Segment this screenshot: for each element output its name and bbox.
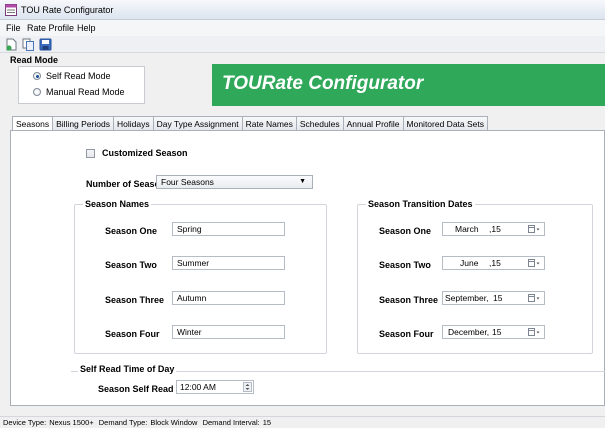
toolbar	[0, 36, 605, 53]
title-bar: TOU Rate Configurator	[0, 0, 605, 20]
self-read-time-value: 12:00 AM	[180, 382, 216, 392]
number-of-seasons-value: Four Seasons	[161, 177, 214, 187]
season-transition-dates-title: Season Transition Dates	[366, 199, 475, 209]
tab-schedules[interactable]: Schedules	[295, 116, 344, 131]
radio-self-read-mode[interactable]: Self Read Mode	[33, 70, 111, 82]
calendar-dropdown-icon[interactable]	[528, 328, 540, 337]
tab-strip: Seasons Billing Periods Holidays Day Typ…	[12, 116, 488, 132]
season-three-label: Season Three	[105, 295, 165, 305]
status-bar: Device Type: Nexus 1500+ Demand Type: Bloc…	[0, 416, 605, 428]
customized-season-checkbox-row[interactable]: Customized Season	[86, 148, 188, 158]
season-two-name-input[interactable]: Summer	[172, 256, 285, 270]
date-day: ,15	[489, 224, 501, 234]
season-four-label: Season Four	[105, 329, 160, 339]
demand-type-value: Block Window	[150, 418, 198, 427]
date-month: September,	[445, 293, 489, 303]
menu-file[interactable]: File	[6, 23, 21, 33]
season-names-title: Season Names	[83, 199, 152, 209]
copy-icon[interactable]	[22, 38, 35, 51]
season-one-date-picker[interactable]: March ,15	[442, 222, 545, 236]
transition-season-two-label: Season Two	[379, 260, 431, 270]
number-of-seasons-select[interactable]: Four Seasons ▼	[156, 175, 313, 189]
transition-season-four-label: Season Four	[379, 329, 434, 339]
season-three-date-picker[interactable]: September, 15	[442, 291, 545, 305]
calendar-dropdown-icon[interactable]	[528, 294, 540, 303]
menu-bar: File Rate Profile Help	[0, 20, 605, 36]
app-banner: TOURate Configurator	[212, 64, 605, 106]
tab-monitored-data-sets[interactable]: Monitored Data Sets	[402, 116, 488, 131]
season-self-read-label: Season Self Read	[98, 384, 174, 394]
radio-indicator[interactable]	[33, 88, 41, 96]
date-month: March	[455, 224, 479, 234]
transition-season-three-label: Season Three	[379, 295, 439, 305]
season-two-label: Season Two	[105, 260, 157, 270]
read-mode-title: Read Mode	[10, 55, 59, 65]
transition-season-one-label: Season One	[379, 226, 432, 236]
season-names-group: Season Names Season One Spring Season Tw…	[74, 199, 327, 354]
calendar-dropdown-icon[interactable]	[528, 259, 540, 268]
season-two-date-picker[interactable]: June ,15	[442, 256, 545, 270]
device-type-value: Nexus 1500+	[49, 418, 94, 427]
season-three-name-input[interactable]: Autumn	[172, 291, 285, 305]
window-title: TOU Rate Configurator	[21, 5, 114, 15]
demand-type-label: Demand Type:	[98, 418, 148, 427]
season-transition-dates-group: Season Transition Dates Season One March…	[357, 199, 593, 354]
season-self-read-time-input[interactable]: 12:00 AM	[176, 380, 254, 394]
chevron-down-icon: ▼	[299, 178, 306, 185]
tab-billing-periods[interactable]: Billing Periods	[52, 116, 114, 131]
radio-label: Self Read Mode	[46, 71, 111, 81]
tab-day-type-assignment[interactable]: Day Type Assignment	[152, 116, 243, 131]
date-day: 15	[492, 327, 502, 337]
tab-annual-profile[interactable]: Annual Profile	[342, 116, 404, 131]
season-one-label: Season One	[105, 226, 158, 236]
radio-manual-read-mode[interactable]: Manual Read Mode	[33, 86, 125, 98]
banner-title: TOURate Configurator	[222, 73, 424, 94]
save-icon[interactable]	[39, 38, 52, 51]
menu-rate-profile[interactable]: Rate Profile	[27, 23, 74, 33]
radio-label: Manual Read Mode	[46, 87, 125, 97]
demand-interval-value: 15	[262, 418, 272, 427]
season-four-name-input[interactable]: Winter	[172, 325, 285, 339]
device-type-label: Device Type:	[3, 418, 47, 427]
tab-holidays[interactable]: Holidays	[112, 116, 154, 131]
season-four-date-picker[interactable]: December, 15	[442, 325, 545, 339]
menu-help[interactable]: Help	[77, 23, 96, 33]
seasons-panel: Customized Season Number of Seasons Four…	[10, 130, 605, 406]
date-day: ,15	[489, 258, 501, 268]
date-day: 15	[493, 293, 503, 303]
date-month: June	[460, 258, 479, 268]
customized-season-checkbox[interactable]	[86, 148, 95, 158]
calendar-dropdown-icon[interactable]	[528, 225, 540, 234]
app-icon	[5, 4, 17, 16]
date-month: December,	[448, 327, 490, 337]
read-mode-group: Self Read Mode Manual Read Mode	[18, 66, 145, 104]
self-read-title: Self Read Time of Day	[78, 364, 177, 374]
new-icon[interactable]	[5, 38, 18, 51]
season-one-name-input[interactable]: Spring	[172, 222, 285, 236]
customized-season-label: Customized Season	[102, 148, 188, 158]
demand-interval-label: Demand Interval:	[202, 418, 260, 427]
radio-selected-indicator[interactable]	[33, 72, 41, 80]
spinner-icon[interactable]	[243, 382, 252, 392]
tab-rate-names[interactable]: Rate Names	[241, 116, 297, 131]
